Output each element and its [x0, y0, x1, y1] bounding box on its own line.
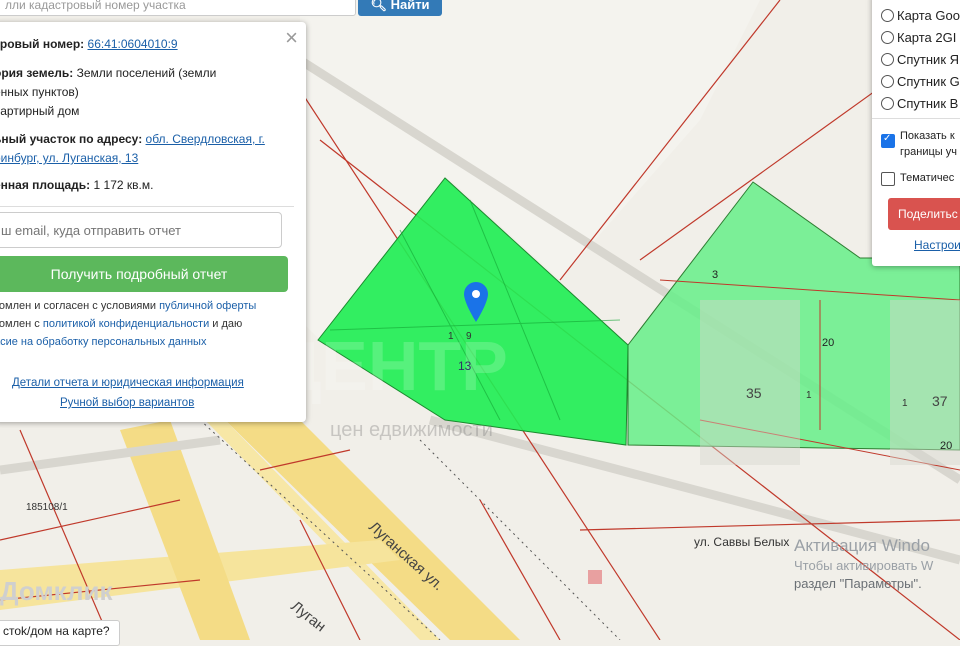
privacy-policy-link[interactable]: политикой конфиденциальности	[43, 318, 209, 330]
watermark-sub: цен едвижимости	[330, 419, 493, 441]
street-label-savvy: ул. Саввы Белых	[694, 535, 789, 549]
agree-data: асие на обработку персональных данных	[0, 336, 206, 348]
layer-option-label: Карта Goo	[897, 8, 960, 23]
search-button-label: Найти	[390, 0, 430, 12]
radio-icon	[881, 97, 894, 110]
category-value: Земли поселений (земли	[76, 66, 217, 80]
search-icon: 🔍︎	[370, 0, 387, 12]
thematic-label: Тематичес	[900, 172, 955, 184]
layer-option[interactable]: Спутник G	[881, 74, 960, 89]
show-boundaries-line-2: границы уч	[900, 146, 957, 158]
usage-value: вартирный дом	[0, 104, 80, 118]
show-boundaries-checkbox[interactable]	[881, 133, 895, 148]
category-row: ория земель: Земли поселений (земли	[0, 64, 288, 83]
radio-icon	[881, 53, 894, 66]
manual-selection-link[interactable]: Ручной выбор вариантов	[60, 397, 194, 409]
show-boundaries-label: Показать к границы уч	[900, 128, 957, 160]
radio-icon	[881, 31, 894, 44]
address-row: ьный участок по адресу: обл. Свердловска…	[0, 130, 288, 149]
layer-option[interactable]: Карта 2GI	[881, 30, 956, 45]
agree-privacy-tail: и даю	[212, 318, 243, 330]
agree-privacy-text: комлен с	[0, 318, 40, 330]
house-number: 37	[932, 393, 948, 409]
activation-line-3: раздел "Параметры".	[794, 576, 922, 591]
house-number: 1	[902, 398, 908, 409]
activation-title: Активация Windo	[794, 536, 930, 555]
area-row: енная площадь: 1 172 кв.м.	[0, 176, 288, 195]
category-value-2: енных пунктов)	[0, 85, 79, 99]
search-button[interactable]: 🔍︎ Найти	[358, 0, 442, 16]
house-number: 1	[806, 390, 812, 401]
house-number: 20	[822, 337, 834, 349]
layer-option[interactable]: Спутник Я	[881, 52, 959, 67]
house-number: 3	[712, 269, 718, 281]
watermark-domclick: Домклик	[0, 576, 113, 606]
show-boundaries-line-1: Показать к	[900, 130, 955, 142]
parcel-label: 185108/1	[26, 502, 68, 513]
house-number: 20	[940, 440, 952, 452]
address-link-2[interactable]: ринбург, ул. Луганская, 13	[0, 151, 138, 165]
activation-line-2: Чтобы активировать W	[794, 558, 934, 573]
layer-option-label: Карта 2GI	[897, 30, 957, 45]
house-number: 13	[458, 359, 472, 373]
agree-offer: комлен и согласен с условиями публичной …	[0, 300, 256, 312]
house-number: 1	[448, 331, 454, 342]
find-house-tip[interactable]: стоk/дом на карте?	[0, 620, 120, 646]
share-button[interactable]: Поделитьс	[888, 198, 960, 230]
thematic-checkbox[interactable]	[881, 172, 895, 186]
area-label: енная площадь:	[0, 178, 91, 192]
address-row-2: ринбург, ул. Луганская, 13	[0, 149, 288, 168]
layer-option-label: Спутник B	[897, 96, 959, 111]
house-number: 35	[746, 385, 762, 401]
cadastral-link[interactable]: 66:41:0604010:9	[88, 37, 178, 51]
settings-link[interactable]: Настрои	[914, 238, 960, 252]
get-report-button[interactable]: Получить подробный отчет	[0, 256, 288, 292]
agree-privacy: комлен с политикой конфиденциальности и …	[0, 318, 242, 330]
windows-activation-notice: Активация Windo Чтобы активировать W раз…	[794, 536, 933, 591]
radio-icon	[881, 75, 894, 88]
search-input[interactable]: лли кадастровый номер участка	[0, 0, 356, 16]
cadastral-row: тровый номер: 66:41:0604010:9	[0, 35, 288, 54]
layer-option[interactable]: Спутник B	[881, 96, 958, 111]
agree-offer-text: комлен и согласен с условиями	[0, 300, 157, 312]
house-number: 9	[466, 331, 472, 342]
personal-data-link[interactable]: асие на обработку персональных данных	[0, 336, 206, 348]
radio-icon	[881, 9, 894, 22]
details-link[interactable]: Детали отчета и юридическая информация	[12, 377, 244, 389]
divider	[0, 206, 294, 207]
map-layers-panel: Карта Goo Карта 2GI Спутник Я Спутник G …	[872, 0, 960, 266]
address-label: ьный участок по адресу:	[0, 132, 143, 146]
address-link[interactable]: обл. Свердловская, г.	[146, 132, 265, 146]
layer-option-label: Спутник G	[897, 74, 960, 89]
area-value: 1 172 кв.м.	[93, 178, 154, 192]
public-offer-link[interactable]: публичной оферты	[159, 300, 256, 312]
layer-option-label: Спутник Я	[897, 52, 960, 67]
layer-option[interactable]: Карта Goo	[881, 8, 960, 23]
divider	[872, 118, 960, 119]
category-label: ория земель:	[0, 66, 74, 80]
cadastral-label: тровый номер:	[0, 37, 85, 51]
parcel-info-panel: × тровый номер: 66:41:0604010:9 ория зем…	[0, 22, 306, 422]
email-field[interactable]	[0, 212, 282, 248]
